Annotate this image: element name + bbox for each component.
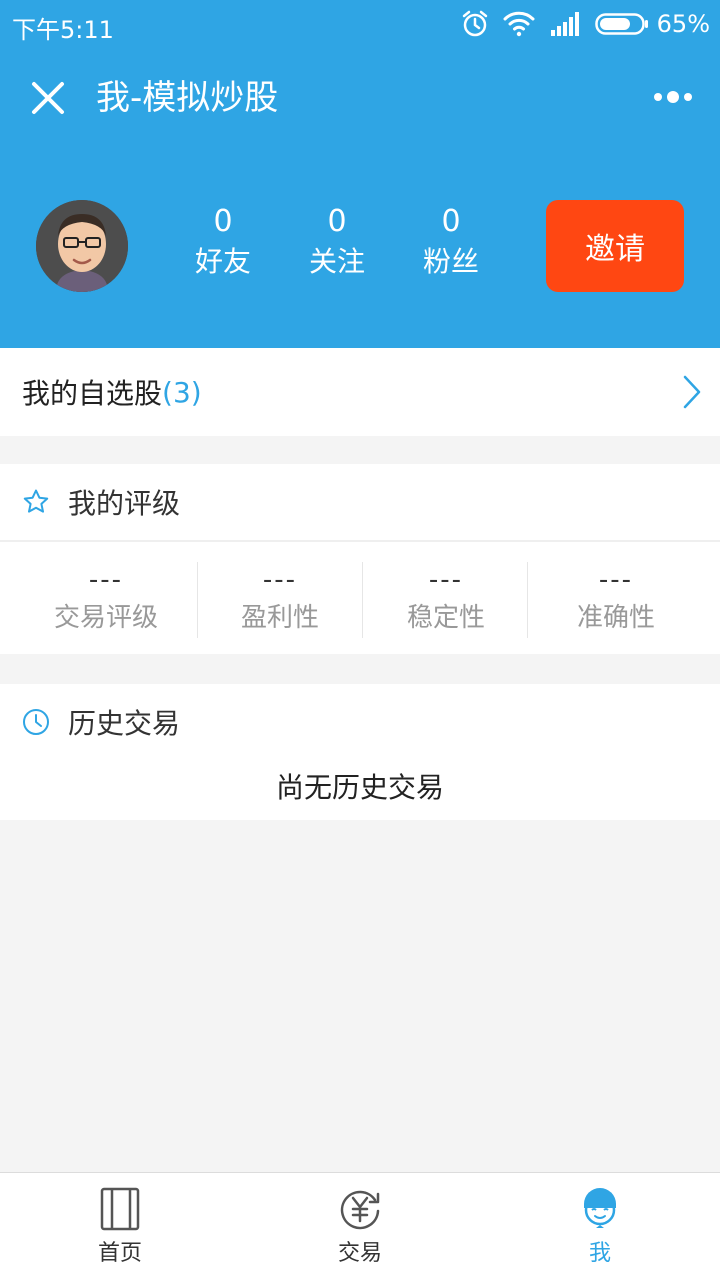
divider [527, 562, 528, 638]
close-button[interactable] [22, 72, 74, 124]
star-icon [22, 488, 50, 516]
divider [362, 562, 363, 638]
nav-bar: 我-模拟炒股 [0, 56, 720, 140]
tab-trade[interactable]: 交易 [300, 1185, 420, 1271]
watchlist-label: 我的自选股 [22, 377, 163, 410]
battery-percent: 65% [656, 10, 710, 38]
stat-following[interactable]: 0 关注 [282, 202, 392, 282]
book-icon [60, 1185, 180, 1233]
watchlist-row[interactable]: 我的自选股 (3) [0, 348, 720, 436]
close-icon [32, 82, 64, 114]
tab-me[interactable]: 我 [540, 1185, 660, 1271]
status-time: 下午5:11 [12, 16, 114, 44]
tab-label: 交易 [337, 1241, 382, 1266]
rating-trade: --- 交易评级 [36, 560, 176, 636]
rating-grid: --- 交易评级 --- 盈利性 --- 稳定性 --- 准确性 [0, 542, 720, 654]
tab-label: 首页 [97, 1241, 142, 1266]
wifi-icon [503, 11, 535, 37]
clock-icon [22, 708, 50, 736]
alarm-icon [461, 10, 489, 38]
bottom-tab-bar: 首页 交易 我 [0, 1172, 720, 1280]
rating-title: 我的评级 [68, 487, 181, 520]
battery-icon [594, 12, 649, 36]
stat-label: 好友 [194, 245, 251, 278]
more-button[interactable] [644, 74, 704, 120]
rating-accuracy: --- 准确性 [546, 560, 686, 636]
stat-value: 0 [327, 204, 347, 239]
watchlist-count: (3) [162, 375, 202, 409]
status-bar: 下午5:11 65% [0, 0, 720, 50]
signal-icon [549, 12, 581, 36]
stat-friends[interactable]: 0 好友 [168, 202, 278, 282]
stat-value: 0 [213, 204, 233, 239]
person-icon [540, 1185, 660, 1233]
rating-value: --- [88, 565, 124, 595]
rating-value: --- [428, 565, 464, 595]
avatar[interactable] [36, 200, 128, 292]
yuan-exchange-icon [300, 1185, 420, 1233]
stat-followers[interactable]: 0 粉丝 [396, 202, 506, 282]
history-title: 历史交易 [68, 707, 181, 740]
profile-row: 0 好友 0 关注 0 粉丝 邀请 [0, 196, 720, 296]
history-card: 历史交易 尚无历史交易 [0, 684, 720, 820]
rating-profitability: --- 盈利性 [210, 560, 350, 636]
tab-label: 我 [588, 1241, 611, 1266]
rating-label: 交易评级 [53, 603, 158, 633]
more-icon [654, 91, 692, 103]
stat-label: 粉丝 [422, 245, 479, 278]
chevron-right-icon [682, 374, 702, 414]
page-title: 我-模拟炒股 [96, 78, 279, 118]
stat-label: 关注 [308, 245, 365, 278]
history-empty-text: 尚无历史交易 [275, 771, 444, 804]
rating-label: 稳定性 [406, 603, 485, 633]
tab-home[interactable]: 首页 [60, 1185, 180, 1271]
rating-card: 我的评级 --- 交易评级 --- 盈利性 --- 稳定性 --- 准确性 [0, 464, 720, 654]
rating-label: 盈利性 [240, 603, 319, 633]
rating-value: --- [598, 565, 634, 595]
divider [197, 562, 198, 638]
rating-value: --- [262, 565, 298, 595]
rating-stability: --- 稳定性 [376, 560, 516, 636]
rating-label: 准确性 [576, 603, 655, 633]
stat-value: 0 [441, 204, 461, 239]
invite-button[interactable]: 邀请 [546, 200, 684, 292]
